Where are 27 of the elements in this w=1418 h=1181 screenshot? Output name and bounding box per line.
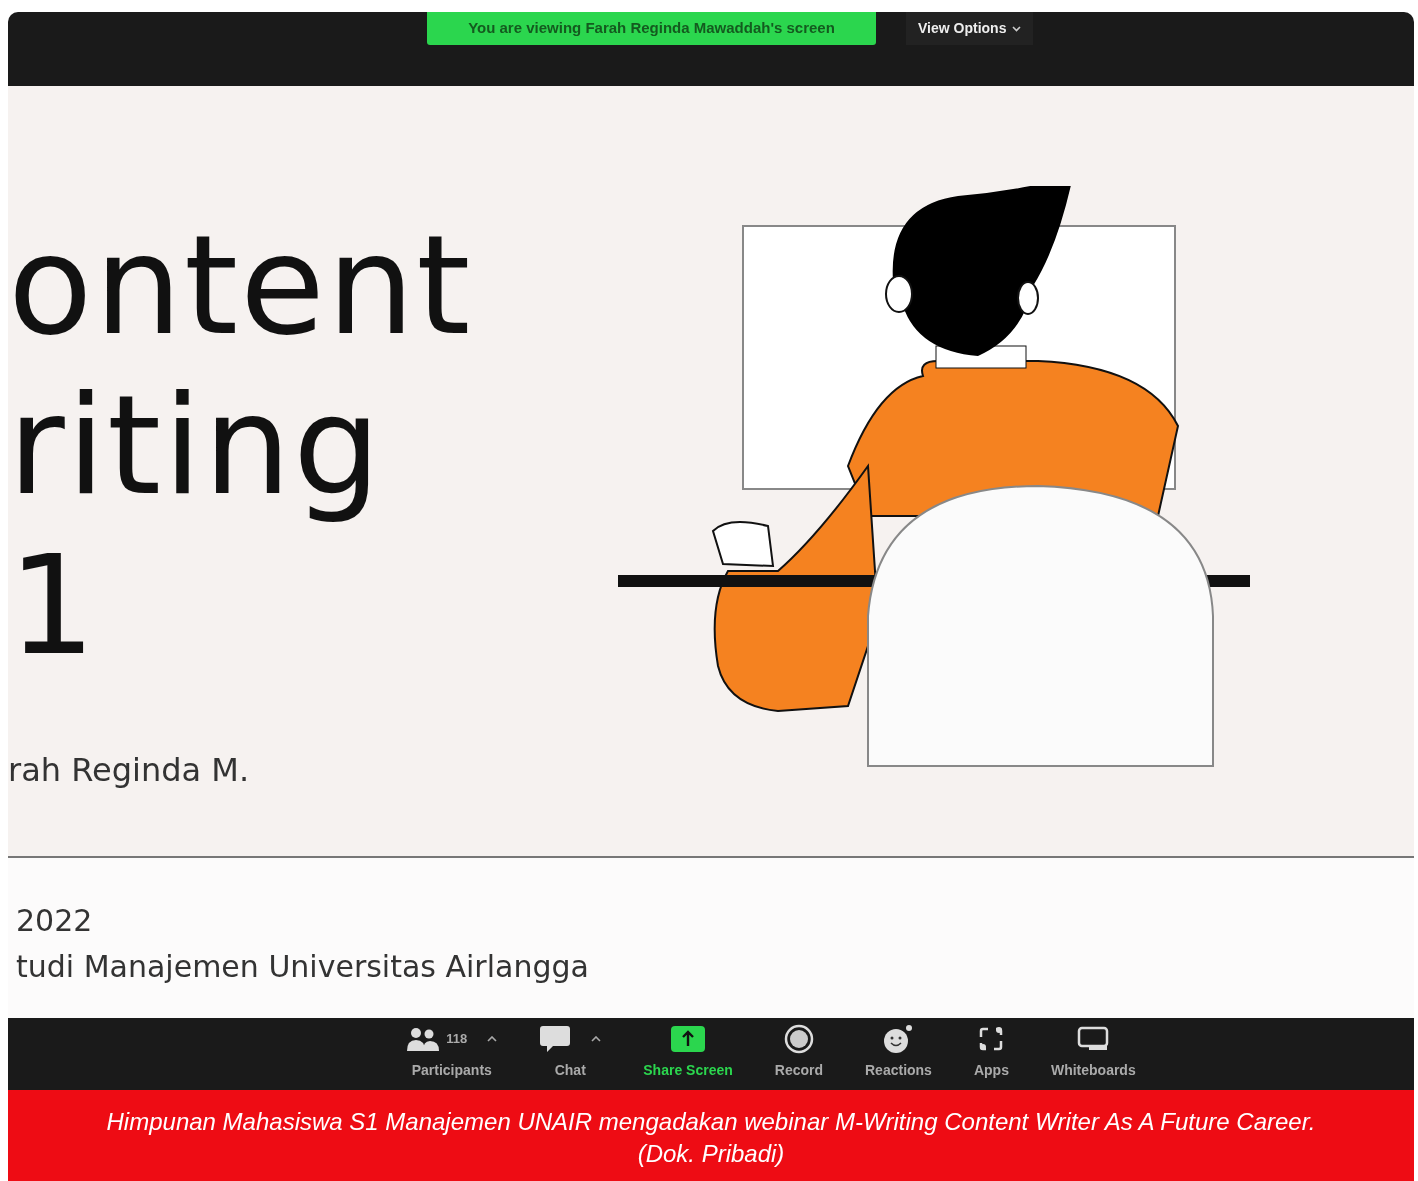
photo-caption: Himpunan Mahasiswa S1 Manajemen UNAIR mengadakan webinar M-Writing Content Writer As A Future Career. (Dok. Pribadi) — [8, 1090, 1414, 1181]
participant-count: 118 — [446, 1030, 468, 1049]
toolbar-button[interactable]: Reactions — [861, 1018, 936, 1090]
slide-title-line: 1 — [8, 526, 99, 686]
toolbar-button[interactable]: 118 Participants — [402, 1018, 502, 1090]
viewing-banner: You are viewing Farah Reginda Mawaddah's screen — [427, 12, 876, 45]
record-icon — [783, 1024, 814, 1054]
chat-icon — [539, 1025, 572, 1053]
chevron-down-icon — [1012, 25, 1022, 32]
toolbar-button[interactable]: Chat — [535, 1018, 606, 1090]
caret-up-icon[interactable] — [591, 1036, 602, 1042]
toolbar-button[interactable]: Whiteboards — [1046, 1018, 1140, 1090]
slide-title-line: riting — [8, 366, 384, 526]
toolbar-button[interactable]: Record — [770, 1018, 827, 1090]
share-screen-button[interactable]: Share Screen — [639, 1018, 737, 1090]
whiteboard-icon — [1077, 1026, 1110, 1052]
view-options-button[interactable]: View Options — [906, 12, 1034, 45]
participants-icon — [406, 1026, 441, 1052]
smiley-icon — [882, 1024, 915, 1054]
presenter-name: rah Reginda M. — [8, 750, 251, 791]
slide-title-line: ontent — [8, 206, 474, 366]
apps-icon — [978, 1026, 1005, 1052]
institution-name: tudi Manajemen Universitas Airlangga — [16, 948, 590, 986]
caret-up-icon[interactable] — [487, 1036, 498, 1042]
toolbar-button[interactable]: Apps — [969, 1018, 1013, 1090]
event-date: 2022 — [16, 902, 94, 940]
share-screen-icon — [671, 1026, 705, 1052]
